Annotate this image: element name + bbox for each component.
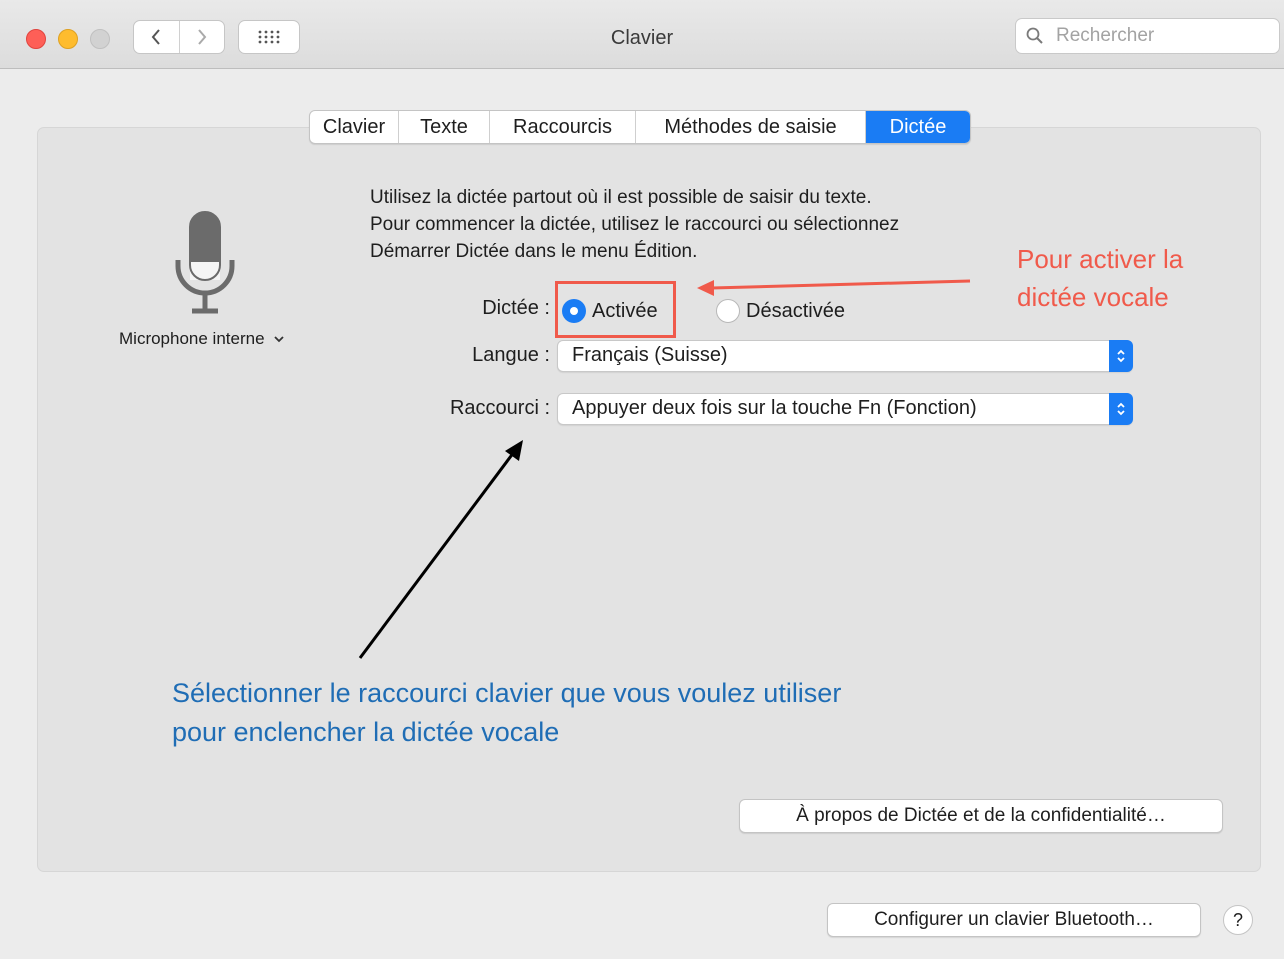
black-arrow [358,440,523,659]
red-arrow [697,279,971,296]
annotation-arrows [358,279,971,659]
